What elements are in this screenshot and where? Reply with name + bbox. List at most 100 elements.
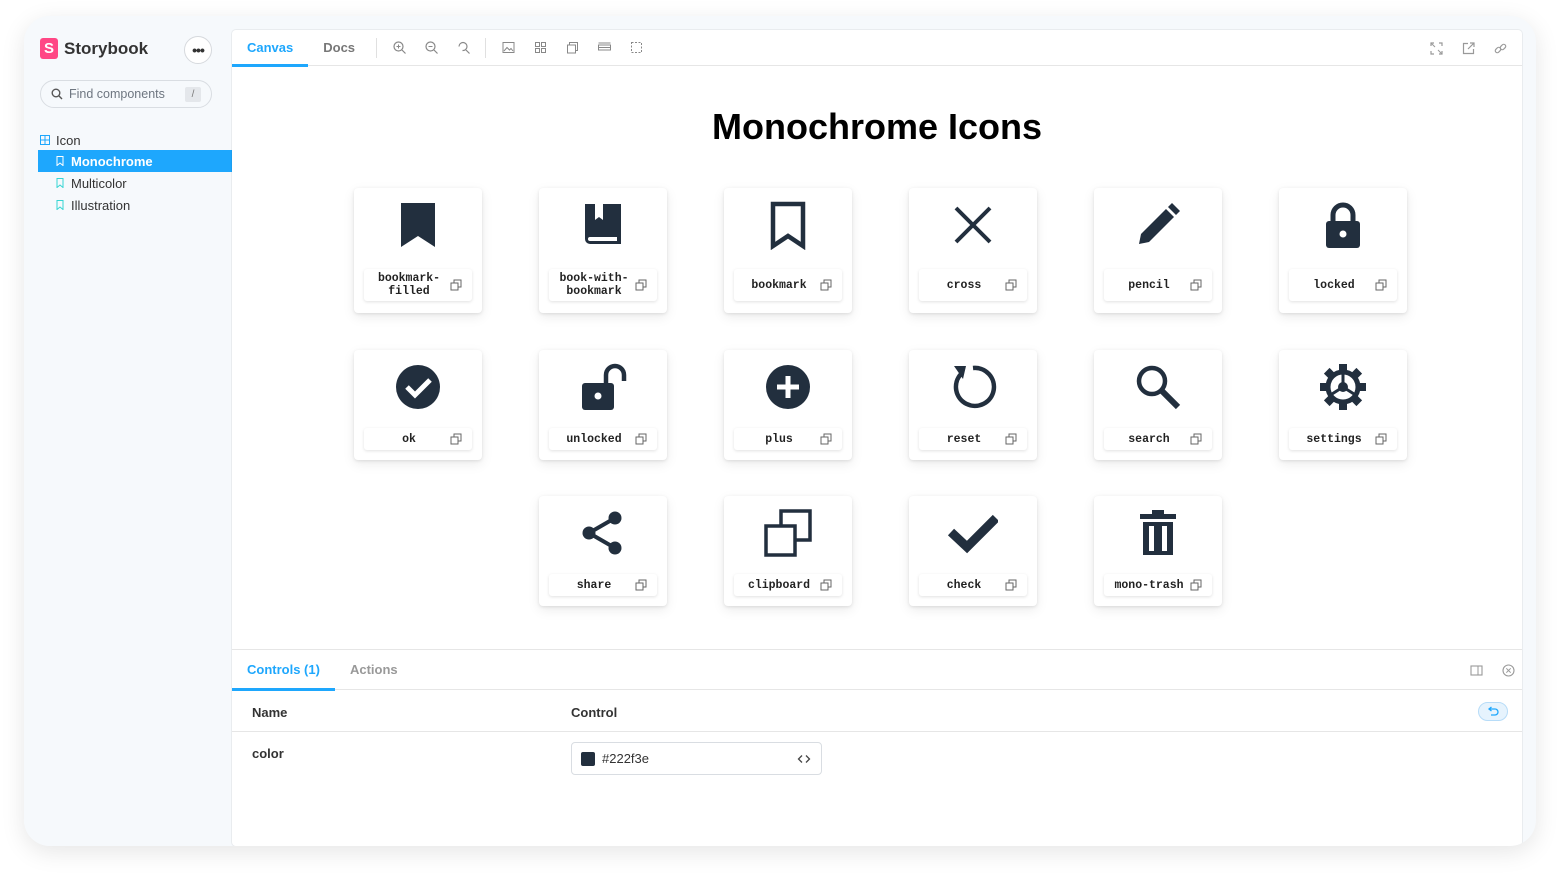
story-bookmark-icon (56, 156, 64, 166)
copy-icon[interactable] (820, 578, 836, 592)
tab-actions[interactable]: Actions (335, 650, 413, 690)
column-control-header: Control (571, 705, 618, 720)
icon-name: share (576, 578, 612, 592)
zoom-in-icon[interactable] (383, 30, 415, 66)
icon-card[interactable]: settings (1279, 350, 1407, 460)
reset-controls-button[interactable] (1478, 702, 1508, 721)
icon-card[interactable]: locked (1279, 188, 1407, 313)
icon-label: locked (1289, 269, 1397, 301)
zoom-reset-icon[interactable] (447, 30, 479, 66)
sidebar-item-label: Multicolor (71, 175, 127, 191)
trash-icon (1133, 508, 1183, 558)
copy-icon[interactable] (450, 432, 466, 446)
icon-card[interactable]: bookmark (724, 188, 852, 313)
color-control[interactable] (571, 742, 822, 775)
copy-icon[interactable] (450, 278, 466, 292)
icon-name: mono-trash (1114, 578, 1184, 592)
icon-label: share (549, 574, 657, 596)
control-name: color (252, 746, 284, 761)
control-row: color (232, 732, 1522, 792)
copy-icon[interactable] (1375, 278, 1391, 292)
icon-name: locked (1313, 278, 1355, 292)
fullscreen-icon[interactable] (1420, 30, 1452, 66)
unlocked-icon (578, 362, 628, 412)
icon-card[interactable]: search (1094, 350, 1222, 460)
sidebar-item-illustration[interactable]: Illustration (24, 194, 232, 216)
icon-name: bookmark (751, 278, 807, 292)
tab-docs[interactable]: Docs (308, 30, 370, 66)
addons-panel: Controls (1) Actions Name Control color (232, 649, 1522, 846)
color-swatch[interactable] (581, 751, 595, 766)
open-new-tab-icon[interactable] (1452, 30, 1484, 66)
copy-link-icon[interactable] (1484, 30, 1516, 66)
search-shortcut-key: / (185, 87, 201, 102)
sidebar-item-multicolor[interactable]: Multicolor (24, 172, 232, 194)
icon-label: pencil (1104, 269, 1212, 301)
zoom-out-icon[interactable] (415, 30, 447, 66)
addon-actions (1466, 660, 1518, 680)
pencil-icon (1133, 200, 1183, 250)
icon-name: reset (946, 432, 982, 446)
icon-label: unlocked (549, 428, 657, 450)
icon-card[interactable]: reset (909, 350, 1037, 460)
copy-icon[interactable] (820, 278, 836, 292)
icon-card[interactable]: check (909, 496, 1037, 606)
search-box[interactable]: / (40, 80, 212, 108)
copy-icon[interactable] (820, 432, 836, 446)
background-icon[interactable] (492, 30, 524, 66)
search-input[interactable] (69, 87, 187, 101)
sidebar-item-monochrome[interactable]: Monochrome (38, 150, 232, 172)
icon-name: book-with-bookmark (559, 272, 629, 298)
search-icon (1133, 362, 1183, 412)
copy-icon[interactable] (635, 578, 651, 592)
icon-label: check (919, 574, 1027, 596)
copy-icon[interactable] (1190, 578, 1206, 592)
color-value-input[interactable] (602, 751, 782, 766)
icon-card[interactable]: unlocked (539, 350, 667, 460)
measure-icon[interactable] (588, 30, 620, 66)
copy-icon[interactable] (1005, 432, 1021, 446)
share-icon (578, 508, 628, 558)
story-bookmark-icon (56, 200, 64, 210)
storybook-window: S Storybook ••• / Icon Monochrome Multic… (24, 16, 1536, 846)
icon-card[interactable]: book-with-bookmark (539, 188, 667, 313)
copy-icon[interactable] (1190, 432, 1206, 446)
copy-icon[interactable] (1375, 432, 1391, 446)
icon-label: book-with-bookmark (549, 269, 657, 301)
component-icon (40, 135, 50, 145)
icon-card[interactable]: mono-trash (1094, 496, 1222, 606)
icon-card[interactable]: pencil (1094, 188, 1222, 313)
copy-icon[interactable] (1190, 278, 1206, 292)
sidebar-item-label: Monochrome (71, 153, 153, 169)
icon-card[interactable]: ok (354, 350, 482, 460)
tree-group-label: Icon (56, 132, 81, 148)
icon-card[interactable]: clipboard (724, 496, 852, 606)
icon-card[interactable]: bookmark-filled (354, 188, 482, 313)
copy-icon[interactable] (1005, 278, 1021, 292)
icon-label: search (1104, 428, 1212, 450)
tab-canvas[interactable]: Canvas (232, 30, 309, 67)
brand-name: Storybook (64, 38, 149, 58)
close-panel-icon[interactable] (1498, 660, 1518, 680)
sidebar-menu-button[interactable]: ••• (184, 36, 212, 64)
icon-card[interactable]: share (539, 496, 667, 606)
panel-orientation-icon[interactable] (1466, 660, 1486, 680)
copy-icon[interactable] (1005, 578, 1021, 592)
icon-card[interactable]: cross (909, 188, 1037, 313)
color-format-toggle-icon[interactable] (797, 752, 811, 766)
icon-label: settings (1289, 428, 1397, 450)
icon-label: mono-trash (1104, 574, 1212, 596)
tab-controls[interactable]: Controls (1) (232, 650, 335, 691)
copy-icon[interactable] (635, 278, 651, 292)
grid-icon[interactable] (524, 30, 556, 66)
copy-icon[interactable] (635, 432, 651, 446)
addon-tabs: Controls (1) Actions (232, 650, 1522, 691)
tree-group-icon[interactable]: Icon (24, 130, 232, 150)
icon-card[interactable]: plus (724, 350, 852, 460)
outline-icon[interactable] (620, 30, 652, 66)
viewport-icon[interactable] (556, 30, 588, 66)
icon-name: pencil (1128, 278, 1170, 292)
toolbar-right (1420, 30, 1516, 66)
page-title: Monochrome Icons (711, 106, 1043, 147)
brand[interactable]: S Storybook (40, 38, 148, 59)
